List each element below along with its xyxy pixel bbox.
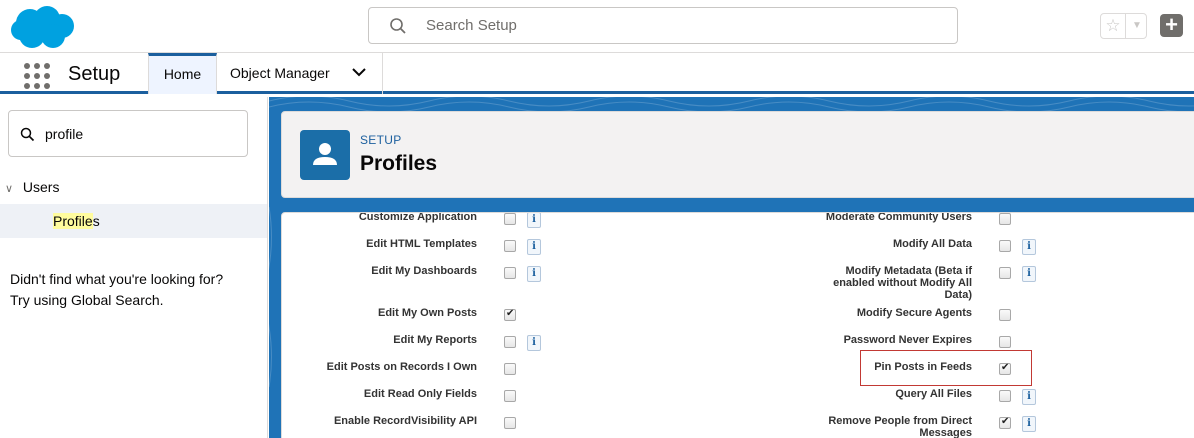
perm-checkbox[interactable] (504, 308, 516, 321)
info-icon[interactable]: i (527, 266, 541, 282)
perm-checkbox[interactable] (999, 309, 1011, 321)
perm-checkbox[interactable] (999, 362, 1011, 375)
app-nav-bar: Setup Home Object Manager (0, 53, 1194, 94)
perm-label-line: Data) (944, 289, 972, 301)
search-placeholder: Search Setup (426, 17, 517, 34)
perm-label: Password Never Expires (843, 334, 972, 346)
perm-label-line: Remove People from Direct (828, 415, 972, 427)
search-match-highlight: Profile (53, 213, 93, 229)
perm-label: Edit My Dashboards (371, 265, 477, 277)
perm-checkbox[interactable] (504, 240, 516, 252)
user-icon (300, 130, 350, 180)
perm-label-multiline: Modify Metadata (Beta if enabled without… (782, 265, 972, 301)
salesforce-logo[interactable] (10, 4, 76, 50)
page-title: Profiles (360, 152, 438, 175)
perm-label: Modify All Data (892, 238, 972, 250)
setup-sidebar: profile ∨ Users Profiles Didn't find wha… (0, 97, 268, 438)
info-icon[interactable]: i (527, 213, 541, 228)
main-content: SETUP Profiles Customize Application i E… (269, 97, 1194, 438)
perm-label: Edit Read Only Fields (363, 388, 477, 400)
app-launcher-icon[interactable] (24, 63, 50, 89)
info-icon[interactable]: i (527, 239, 541, 255)
perm-checkbox[interactable] (504, 213, 516, 225)
perm-checkbox[interactable] (504, 417, 516, 429)
page-eyebrow: SETUP (360, 133, 402, 147)
perm-checkbox[interactable] (999, 416, 1011, 429)
perm-checkbox[interactable] (504, 336, 516, 348)
permissions-panel: Customize Application i Edit HTML Templa… (281, 212, 1194, 438)
info-icon[interactable]: i (1022, 239, 1036, 255)
perm-label: Query All Files (895, 388, 972, 400)
not-found-message: Didn't find what you're looking for? Try… (10, 269, 223, 311)
perm-checkbox[interactable] (999, 390, 1011, 402)
app-name: Setup (68, 63, 121, 85)
plus-icon[interactable]: + (1160, 14, 1183, 37)
perm-checkbox[interactable] (504, 390, 516, 402)
search-icon (20, 127, 35, 142)
perm-label-line: enabled without Modify All (833, 277, 972, 289)
tree-node-profiles[interactable]: Profiles (0, 204, 267, 238)
perm-label: Edit My Reports (393, 334, 477, 346)
perm-label: Edit HTML Templates (366, 238, 477, 250)
perm-checkbox[interactable] (999, 240, 1011, 252)
perm-label: Modify Secure Agents (856, 307, 972, 319)
tab-object-manager[interactable]: Object Manager (217, 53, 383, 94)
perm-label: Moderate Community Users (825, 212, 972, 223)
info-icon[interactable]: i (527, 335, 541, 351)
star-icon[interactable]: ☆ (1101, 14, 1126, 38)
not-found-line-1: Didn't find what you're looking for? (10, 271, 224, 287)
perm-label-line: Modify Metadata (Beta if (845, 265, 972, 277)
perm-checkbox[interactable] (999, 213, 1011, 225)
chevron-down-icon[interactable] (351, 64, 367, 80)
perm-checkbox[interactable] (504, 267, 516, 279)
perm-label: Enable RecordVisibility API (333, 415, 477, 427)
perm-label: Edit My Own Posts (377, 307, 477, 319)
not-found-line-2: Try using Global Search. (10, 292, 164, 308)
quick-find-value: profile (45, 126, 84, 142)
global-search-input[interactable]: Search Setup (368, 7, 958, 44)
perm-checkbox[interactable] (999, 336, 1011, 348)
perm-label-line: Messages (919, 427, 972, 438)
perm-label: Edit Posts on Records I Own (326, 361, 477, 373)
tree-node-users-label: Users (22, 179, 60, 195)
chevron-down-icon[interactable]: ▼ (1128, 14, 1146, 38)
tree-node-profiles-suffix: s (92, 213, 100, 229)
global-header: Search Setup ☆ ▼ + (0, 0, 1194, 53)
perm-checkbox[interactable] (999, 267, 1011, 279)
tab-home[interactable]: Home (148, 53, 217, 94)
info-icon[interactable]: i (1022, 416, 1036, 432)
info-icon[interactable]: i (1022, 389, 1036, 405)
tree-node-profiles-label: Profiles (53, 213, 100, 229)
search-icon (390, 18, 406, 34)
chevron-down-icon[interactable]: ∨ (5, 182, 19, 195)
tree-node-users[interactable]: ∨ Users (5, 179, 59, 195)
perm-label: Pin Posts in Feeds (874, 361, 972, 373)
info-icon[interactable]: i (1022, 266, 1036, 282)
perm-checkbox[interactable] (504, 363, 516, 375)
quick-find-input[interactable]: profile (8, 110, 248, 157)
perm-label: Customize Application (358, 212, 477, 223)
favorites-button[interactable]: ☆ ▼ (1100, 13, 1147, 39)
perm-label-multiline: Remove People from Direct Messages (782, 415, 972, 438)
page-header: SETUP Profiles (281, 111, 1194, 198)
tab-object-manager-label: Object Manager (230, 65, 330, 81)
